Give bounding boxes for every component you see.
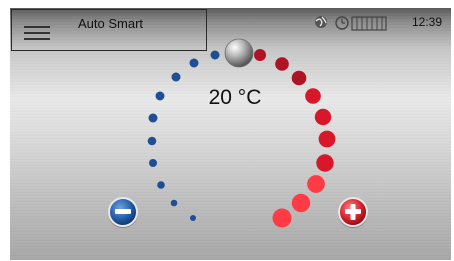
setpoint-knob[interactable]	[224, 38, 254, 68]
scale-dot-hot	[275, 57, 289, 71]
decrease-button[interactable]	[108, 197, 138, 228]
scale-dot-hot	[291, 70, 307, 86]
scale-dot-cold	[148, 113, 158, 123]
temperature-dial[interactable]	[10, 8, 451, 260]
thermostat-screen: Auto Smart 12:39 20 °C	[10, 8, 451, 260]
scale-dot-cold	[189, 58, 199, 68]
scale-dot-hot	[291, 193, 311, 213]
scale-dot-hot	[254, 49, 266, 61]
scale-dot-cold	[157, 181, 165, 189]
scale-dot-cold	[155, 91, 165, 101]
minus-icon	[115, 209, 131, 214]
scale-dot-hot	[305, 88, 321, 104]
scale-dot-cold	[149, 159, 157, 167]
scale-dot-cold	[210, 50, 220, 60]
scale-dot-hot	[272, 208, 292, 228]
temperature-scale	[147, 49, 336, 228]
increase-button[interactable]	[338, 197, 368, 228]
scale-dot-hot	[314, 108, 332, 126]
scale-dot-cold	[147, 136, 157, 146]
setpoint-temperature: 20 °C	[208, 86, 262, 109]
scale-dot-cold	[170, 199, 178, 207]
scale-dot-hot	[316, 154, 334, 172]
scale-dot-cold	[171, 72, 181, 82]
scale-dot-cold	[190, 215, 196, 221]
scale-dot-hot	[307, 175, 325, 193]
scale-dot-hot	[318, 130, 336, 148]
